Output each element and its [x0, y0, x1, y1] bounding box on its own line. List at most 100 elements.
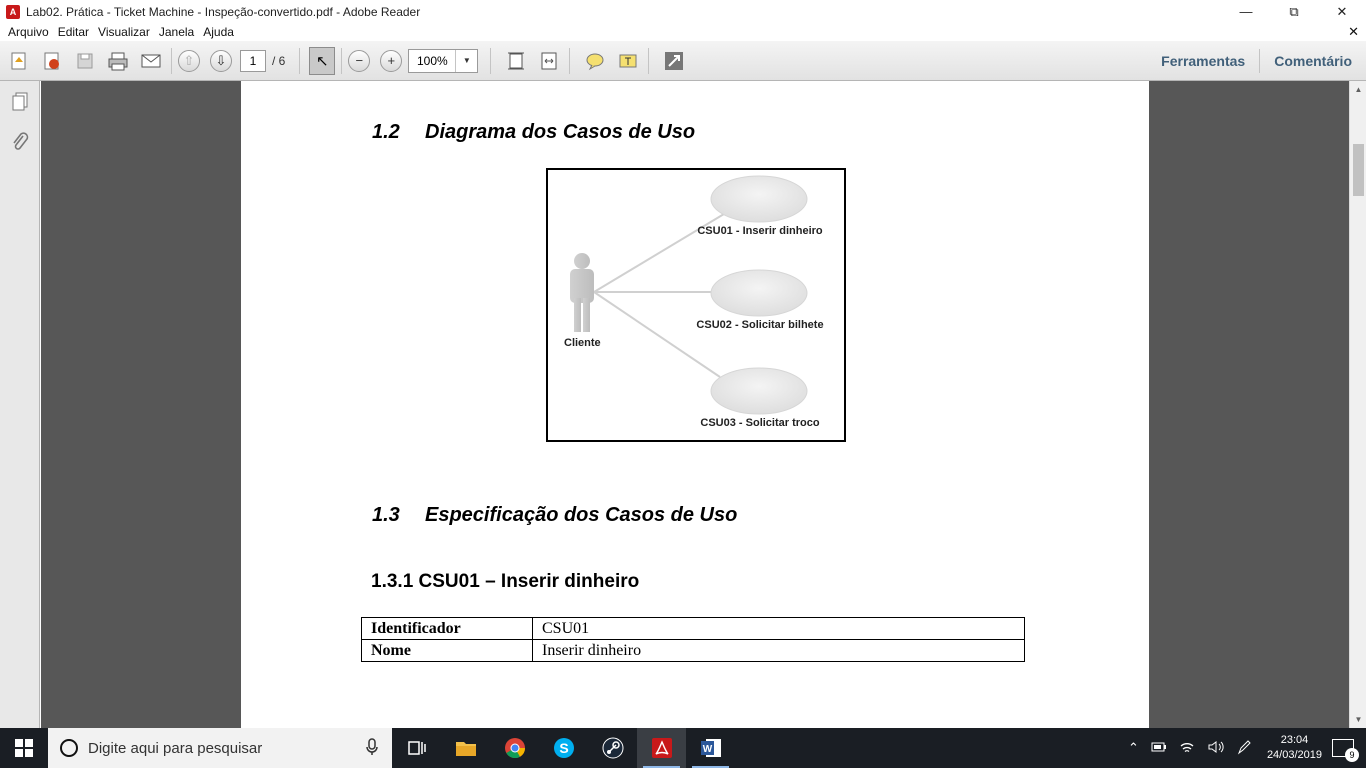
battery-icon[interactable] [1151, 741, 1167, 756]
cortana-icon[interactable] [60, 739, 78, 757]
chevron-down-icon[interactable]: ▼ [455, 49, 477, 72]
fit-width-icon[interactable] [535, 47, 563, 75]
skype-icon[interactable]: S [539, 728, 588, 768]
zoom-in-icon[interactable]: + [380, 49, 403, 72]
table-row: Nome Inserir dinheiro [361, 639, 1025, 662]
toolbar-right: Ferramentas Comentário [1147, 41, 1366, 81]
zoom-select[interactable]: 100% ▼ [408, 48, 479, 73]
scroll-up-icon[interactable]: ▲ [1350, 81, 1366, 98]
wifi-icon[interactable] [1179, 740, 1195, 757]
sticky-note-icon[interactable] [581, 47, 609, 75]
notification-count: 9 [1345, 748, 1359, 762]
highlight-text-icon[interactable] [614, 47, 642, 75]
restore-button[interactable]: ⧉ [1270, 0, 1318, 23]
clock-date: 24/03/2019 [1266, 749, 1322, 761]
chevron-up-icon[interactable]: ⌃ [1128, 740, 1139, 756]
section-title: Especificação dos Casos de Uso [425, 504, 738, 526]
actor-figure-icon [570, 253, 594, 332]
close-document-icon[interactable]: ✕ [1348, 24, 1359, 40]
navigation-panel [0, 81, 40, 728]
attachments-icon[interactable] [10, 131, 30, 153]
section-title: Diagrama dos Casos de Uso [425, 121, 696, 143]
svg-text:W: W [702, 744, 712, 755]
search-placeholder[interactable]: Digite aqui para pesquisar [88, 740, 262, 757]
section-number: 1.2 [372, 121, 400, 143]
steam-icon[interactable] [588, 728, 637, 768]
comment-button[interactable]: Comentário [1260, 53, 1366, 69]
vertical-scrollbar[interactable]: ▲ ▼ [1349, 81, 1366, 728]
word-icon[interactable]: W [686, 728, 735, 768]
table-value: CSU01 [532, 617, 1025, 640]
next-page-icon[interactable]: ⇩ [210, 49, 232, 72]
document-viewport[interactable]: 1.2 Diagrama dos Casos de Uso CSU01 - In… [41, 81, 1349, 728]
toolbar-separator [341, 47, 343, 74]
use-case-ellipse [710, 367, 808, 415]
menu-editar[interactable]: Editar [58, 25, 89, 39]
zoom-value[interactable]: 100% [409, 50, 455, 72]
use-case-diagram: CSU01 - Inserir dinheiro CSU02 - Solicit… [546, 168, 846, 442]
table-key: Nome [361, 639, 533, 662]
use-case-ellipse [710, 269, 808, 317]
taskbar: Digite aqui para pesquisar S W ⌃ 23:04 2… [0, 728, 1366, 768]
window-controls: — ⧉ ✕ [1222, 0, 1366, 23]
toolbar-separator [299, 47, 301, 74]
task-view-icon[interactable] [392, 728, 441, 768]
subsection-heading: 1.3.1 CSU01 – Inserir dinheiro [371, 571, 640, 592]
use-case-label: CSU03 - Solicitar troco [700, 417, 820, 429]
taskbar-search[interactable]: Digite aqui para pesquisar [48, 728, 392, 768]
zoom-out-icon[interactable]: − [348, 49, 371, 72]
use-case-ellipse [710, 175, 808, 223]
toolbar-separator [490, 47, 492, 74]
association-line [593, 291, 721, 378]
window-title: Lab02. Prática - Ticket Machine - Inspeç… [26, 4, 421, 19]
table-row: Identificador CSU01 [361, 617, 1025, 640]
toolbar-separator [648, 47, 650, 74]
file-explorer-icon[interactable] [441, 728, 490, 768]
save-icon[interactable] [71, 47, 99, 75]
page-number-input[interactable]: 1 [240, 49, 266, 72]
title-bar: A Lab02. Prática - Ticket Machine - Insp… [0, 0, 1366, 23]
clock[interactable]: 23:04 24/03/2019 [1267, 733, 1322, 763]
table-value: Inserir dinheiro [532, 639, 1025, 662]
menu-bar: Arquivo Editar Visualizar Janela Ajuda ✕ [0, 23, 1366, 41]
chrome-icon[interactable] [490, 728, 539, 768]
page-total: / 6 [272, 53, 286, 68]
fit-page-icon[interactable] [502, 47, 530, 75]
pdf-page: 1.2 Diagrama dos Casos de Uso CSU01 - In… [241, 81, 1149, 728]
toolbar: ⇧ ⇩ 1 / 6 ↖ − + 100% ▼ Ferramentas Comen… [0, 41, 1366, 81]
section-number: 1.3 [372, 504, 400, 526]
open-file-icon[interactable] [5, 47, 33, 75]
print-icon[interactable] [104, 47, 132, 75]
svg-text:S: S [559, 740, 568, 756]
full-screen-icon[interactable] [660, 47, 688, 75]
pages-icon[interactable] [10, 91, 30, 113]
email-icon[interactable] [137, 47, 165, 75]
adobe-reader-icon: A [6, 4, 20, 19]
menu-ajuda[interactable]: Ajuda [203, 25, 234, 39]
section-heading-1-3: 1.3 Especificação dos Casos de Uso [372, 504, 737, 527]
use-case-spec-table: Identificador CSU01 Nome Inserir dinheir… [361, 617, 1025, 662]
scrollbar-thumb[interactable] [1353, 144, 1364, 196]
menu-janela[interactable]: Janela [159, 25, 194, 39]
toolbar-separator [171, 47, 172, 74]
create-pdf-icon[interactable] [38, 47, 66, 75]
volume-icon[interactable] [1207, 740, 1225, 757]
adobe-reader-taskbar-icon[interactable] [637, 728, 686, 768]
select-tool-icon[interactable]: ↖ [309, 46, 336, 75]
microphone-icon[interactable] [366, 737, 378, 759]
actor-label: Cliente [564, 337, 601, 349]
minimize-button[interactable]: — [1222, 0, 1270, 23]
clock-time: 23:04 [1280, 734, 1309, 746]
close-button[interactable]: ✕ [1318, 0, 1366, 23]
toolbar-separator [569, 47, 571, 74]
menu-arquivo[interactable]: Arquivo [8, 25, 49, 39]
notification-center-icon[interactable]: 9 [1332, 739, 1359, 762]
tools-button[interactable]: Ferramentas [1147, 53, 1259, 69]
scroll-down-icon[interactable]: ▼ [1350, 711, 1366, 728]
section-heading-1-2: 1.2 Diagrama dos Casos de Uso [372, 121, 695, 144]
pen-icon[interactable] [1237, 739, 1251, 758]
table-key: Identificador [361, 617, 533, 640]
previous-page-icon[interactable]: ⇧ [178, 49, 200, 72]
windows-start-icon[interactable] [0, 728, 48, 768]
menu-visualizar[interactable]: Visualizar [98, 25, 150, 39]
